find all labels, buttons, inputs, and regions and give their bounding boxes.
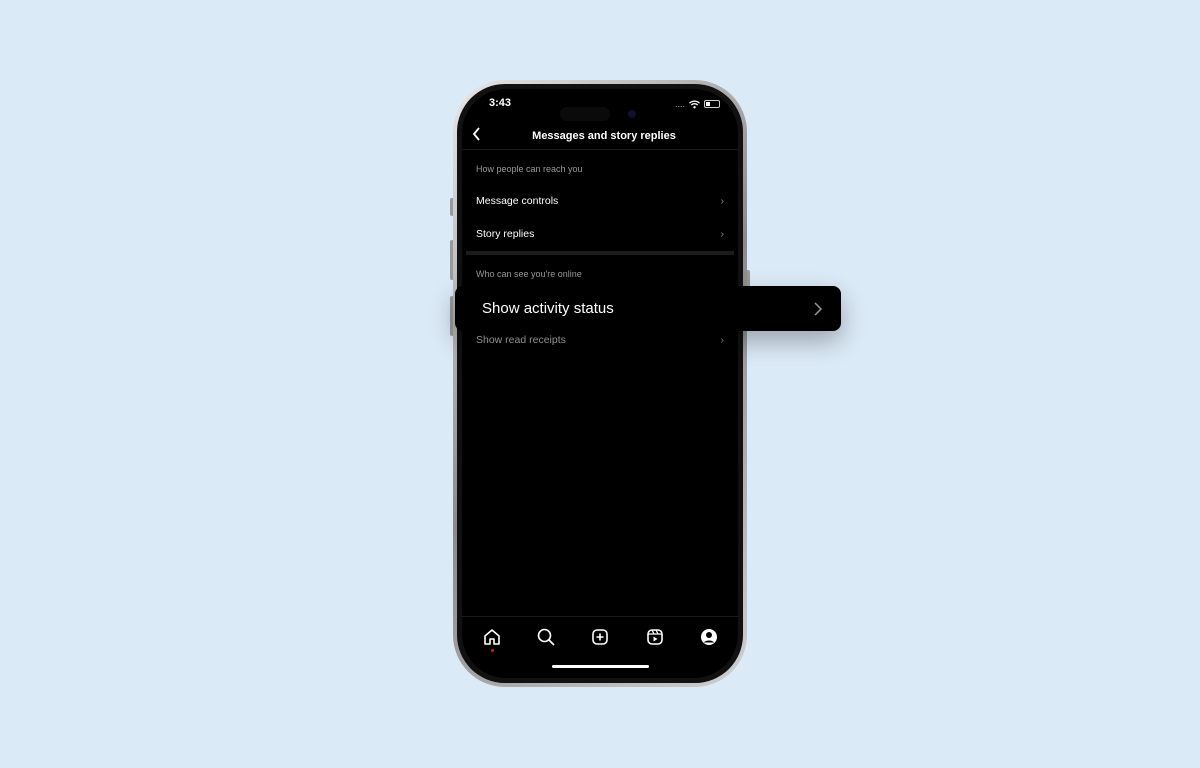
tab-search[interactable] bbox=[536, 627, 556, 647]
menu-item-story-replies[interactable]: Story replies › bbox=[476, 228, 724, 240]
signal-icon: .... bbox=[674, 99, 685, 109]
reels-icon bbox=[647, 629, 663, 645]
chevron-right-icon: › bbox=[720, 228, 725, 240]
dynamic-island bbox=[560, 107, 610, 121]
search-icon bbox=[537, 628, 555, 646]
wifi-icon bbox=[689, 99, 700, 108]
menu-item-show-read-receipts[interactable]: Show read receipts › bbox=[476, 334, 724, 346]
section-title: Who can see you're online bbox=[476, 269, 582, 279]
notification-dot bbox=[490, 649, 494, 652]
menu-item-show-activity-status-highlighted[interactable]: Show activity status bbox=[455, 286, 841, 331]
battery-icon bbox=[704, 100, 720, 108]
camera bbox=[628, 110, 636, 118]
menu-item-message-controls[interactable]: Message controls › bbox=[476, 195, 724, 207]
tab-create[interactable] bbox=[590, 627, 610, 647]
chevron-right-icon: › bbox=[720, 195, 725, 207]
item-label: Message controls bbox=[476, 195, 559, 207]
item-label: Show read receipts bbox=[476, 334, 566, 346]
section-title: How people can reach you bbox=[476, 164, 583, 174]
tab-bar bbox=[462, 616, 738, 678]
home-indicator bbox=[552, 665, 649, 668]
tab-reels[interactable] bbox=[645, 627, 665, 647]
screen: 3:43 .... Messages and story replies How… bbox=[462, 89, 738, 678]
tab-home[interactable] bbox=[482, 627, 502, 652]
section-divider bbox=[466, 251, 734, 255]
tab-profile[interactable] bbox=[699, 627, 719, 647]
create-icon bbox=[592, 629, 608, 645]
page-title: Messages and story replies bbox=[532, 130, 676, 142]
phone-mockup: 3:43 .... Messages and story replies How… bbox=[453, 80, 747, 687]
status-time: 3:43 bbox=[489, 97, 512, 109]
show-activity-status-label: Show activity status bbox=[482, 300, 614, 317]
chevron-right-icon: › bbox=[720, 334, 725, 346]
home-icon bbox=[484, 629, 500, 645]
profile-icon bbox=[701, 629, 717, 645]
chevron-right-icon bbox=[814, 301, 823, 316]
item-label: Story replies bbox=[476, 228, 535, 240]
